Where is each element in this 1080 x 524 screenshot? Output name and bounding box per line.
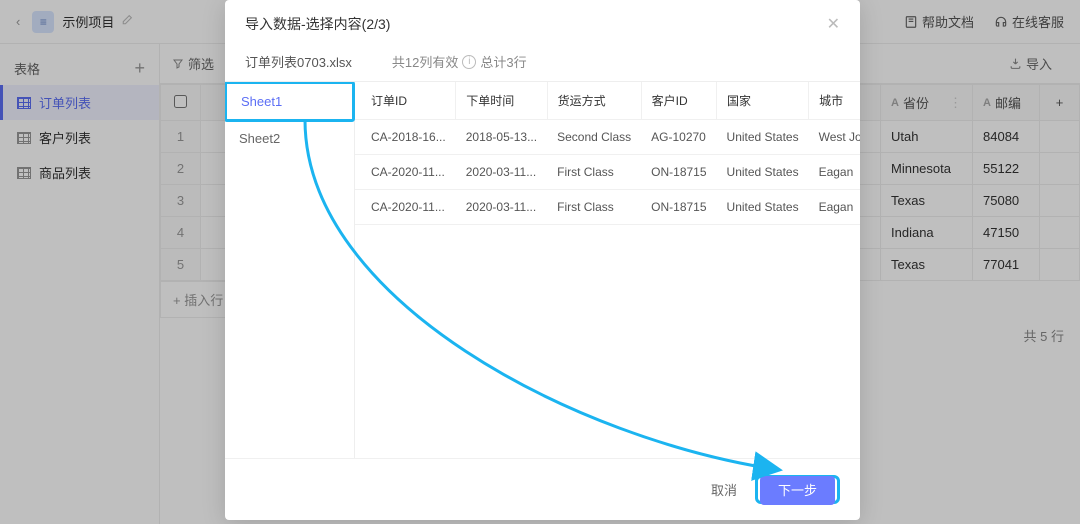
preview-header: 城市 [809,82,860,120]
sheet-tabs: Sheet1 Sheet2 [225,82,355,458]
modal-title: 导入数据-选择内容(2/3) [245,14,390,34]
filename: 订单列表0703.xlsx [245,52,352,71]
preview-header: 国家 [717,82,809,120]
preview-header: 下单时间 [456,82,547,120]
preview-header: 订单ID [355,82,456,120]
sheet-tab-2[interactable]: Sheet2 [225,121,354,156]
import-modal: 导入数据-选择内容(2/3) ✕ 订单列表0703.xlsx 共12列有效 i … [225,0,860,520]
preview-header: 货运方式 [547,82,641,120]
preview-row: CA-2020-11...2020-03-11...First ClassON-… [355,190,860,225]
info-icon[interactable]: i [462,55,476,69]
preview-row: CA-2020-11...2020-03-11...First ClassON-… [355,155,860,190]
total-rows-info: 总计3行 [480,52,526,71]
preview-table: 订单ID 下单时间 货运方式 客户ID 国家 城市 CA-2018-16...2… [355,82,860,225]
sheet-tab-1[interactable]: Sheet1 [227,84,352,119]
preview-row: CA-2018-16...2018-05-13...Second ClassAG… [355,120,860,155]
valid-columns-info: 共12列有效 [392,52,458,71]
cancel-button[interactable]: 取消 [693,473,755,506]
next-button[interactable]: 下一步 [760,476,835,505]
preview-header: 客户ID [641,82,716,120]
close-icon[interactable]: ✕ [827,14,840,34]
